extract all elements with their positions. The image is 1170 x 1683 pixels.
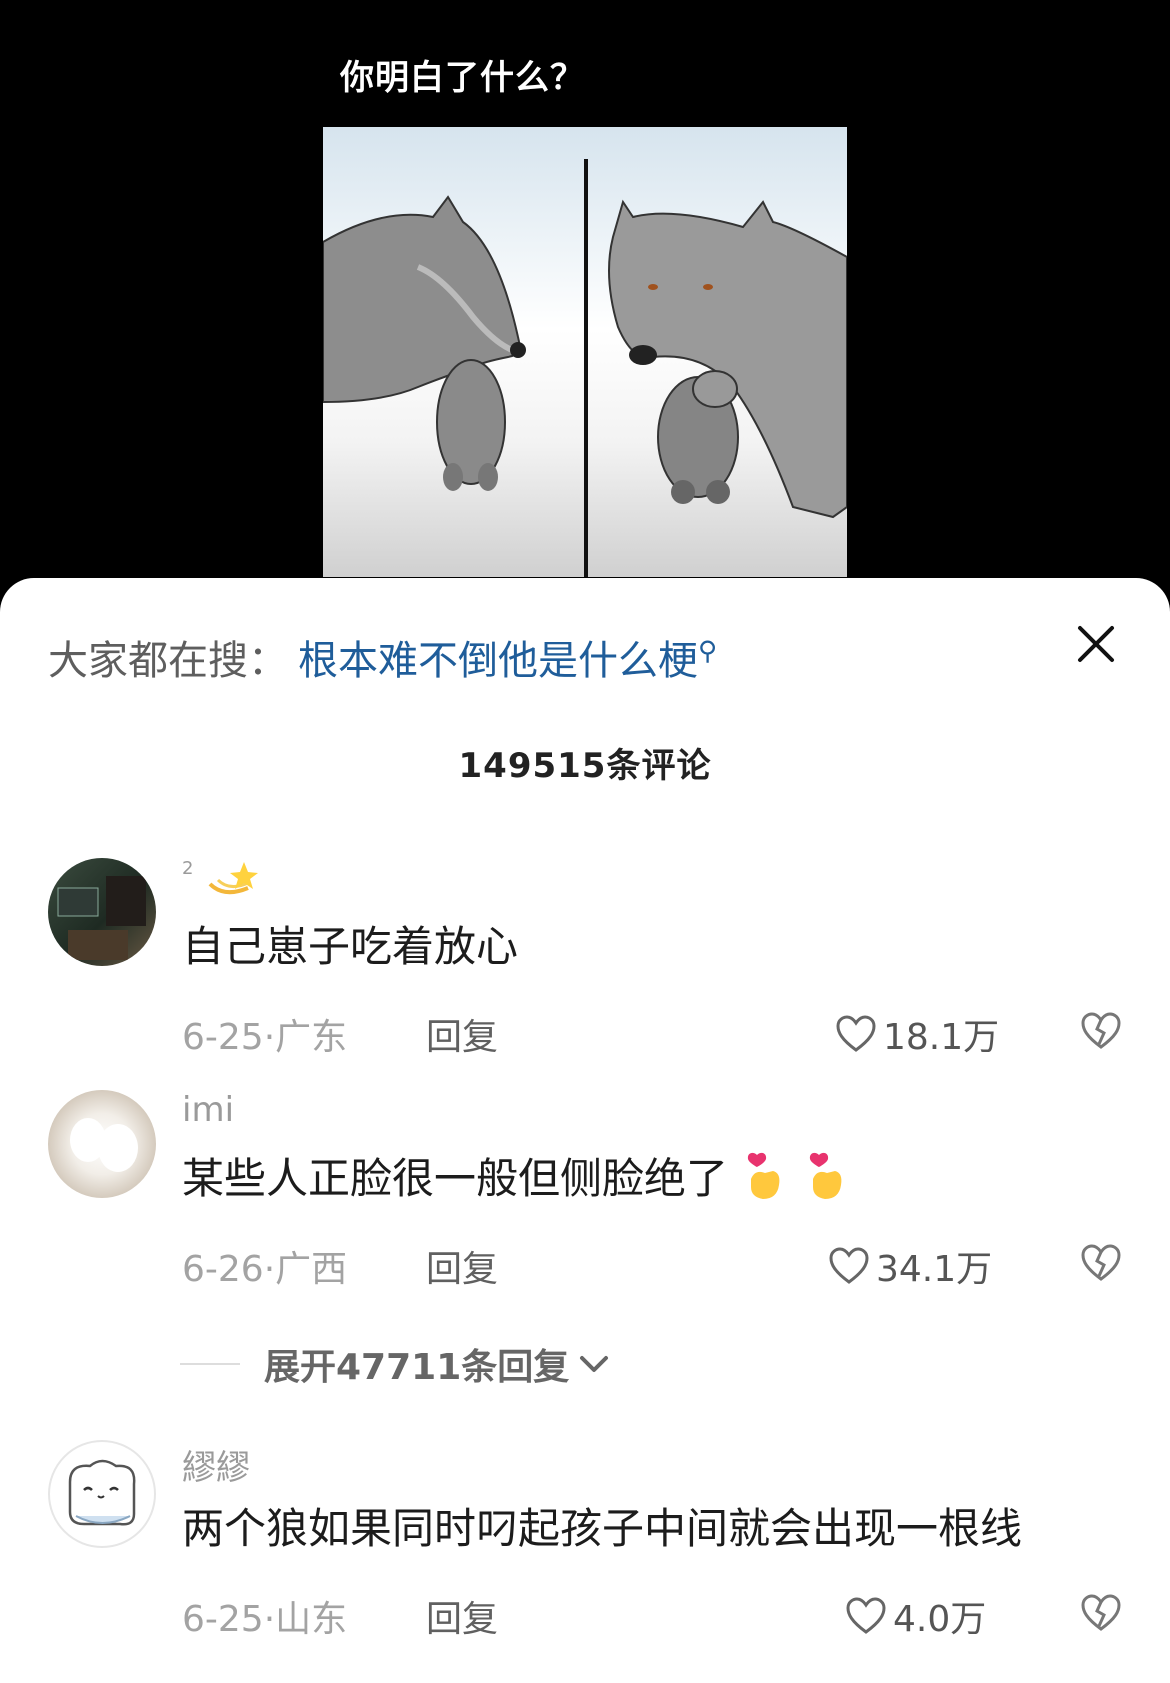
avatar[interactable] [48,1090,156,1198]
comment-sheet: 大家都在搜： 根本难不倒他是什么梗⚲ 149515条评论 2 自己崽子吃着放心 … [0,578,1170,1683]
heart-icon [836,1015,876,1052]
avatar[interactable] [48,1440,156,1548]
search-label: 大家都在搜： [48,638,288,684]
broken-heart-icon[interactable] [1080,1592,1122,1634]
like-button[interactable]: 34.1万 [828,1240,992,1292]
comment-date-location: 6-25·广东 [182,1017,348,1058]
expand-replies-button[interactable]: 展开47711条回复 [180,1338,611,1390]
dizzy-star-icon [204,858,260,907]
comment-username[interactable]: 繆繆 [182,1440,250,1489]
comment-date-location: 6-26·广西 [182,1249,348,1290]
video-frame [323,127,847,577]
finger-heart-icon [803,1149,851,1215]
reply-button[interactable]: 回复 [426,1240,498,1292]
reply-button[interactable]: 回复 [426,1008,498,1060]
like-button[interactable]: 4.0万 [845,1590,986,1642]
like-count: 34.1万 [876,1249,993,1290]
comment-count: 149515条评论 [458,746,712,786]
close-icon[interactable] [1070,618,1122,670]
comment-text: 自己崽子吃着放心 [182,922,519,971]
avatar[interactable] [48,858,156,966]
like-count: 4.0万 [893,1599,987,1640]
heart-icon [829,1247,869,1284]
broken-heart-icon[interactable] [1080,1242,1122,1284]
username-text: 2 [182,858,194,879]
finger-heart-icon [741,1149,789,1215]
comment-username[interactable]: imi [182,1090,234,1130]
broken-heart-icon[interactable] [1080,1010,1122,1052]
reply-button[interactable]: 回复 [426,1590,498,1642]
comment-text-body: 某些人正脸很一般但侧脸绝了 [182,1154,729,1203]
comment-text: 某些人正脸很一般但侧脸绝了 [182,1145,851,1215]
search-icon: ⚲ [698,636,718,667]
like-count: 18.1万 [883,1017,1000,1058]
search-query-link[interactable]: 根本难不倒他是什么梗 [298,638,698,684]
like-button[interactable]: 18.1万 [835,1008,999,1060]
comment-date-location: 6-25·山东 [182,1599,348,1640]
wolves-illustration [323,159,847,577]
search-suggestion[interactable]: 大家都在搜： 根本难不倒他是什么梗⚲ [48,628,717,686]
expand-replies-label: 展开47711条回复 [264,1347,570,1388]
comment-text: 两个狼如果同时叼起孩子中间就会出现一根线 [182,1504,1023,1553]
heart-icon [846,1597,886,1634]
video-player[interactable]: 你明白了什么？ [0,0,1170,600]
chevron-down-icon [580,1356,609,1372]
video-caption: 你明白了什么？ [340,58,585,98]
comment-username[interactable]: 2 [182,858,260,907]
divider-line [180,1363,240,1365]
